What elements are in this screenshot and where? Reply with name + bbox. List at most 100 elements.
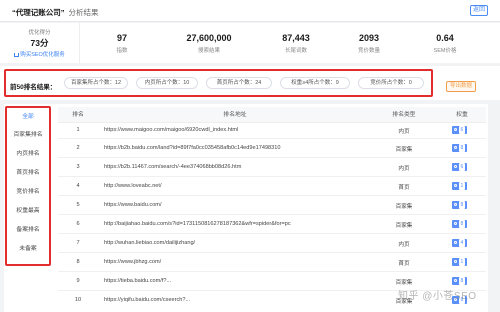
- type-cell: 内页: [398, 129, 410, 135]
- row-divider: [58, 176, 486, 177]
- rank-cell: 5: [76, 202, 80, 208]
- filter-homepage[interactable]: 首页排名: [7, 164, 49, 182]
- company-name: “代理记账公司”: [12, 8, 65, 17]
- pill-weight-count[interactable]: 权重≥4所占个数：9: [280, 77, 350, 89]
- stats-bar: 优化得分 73分 购买SEO优化服务 97 指数 27,600,000 搜索结果…: [0, 23, 500, 63]
- row-divider: [58, 252, 486, 253]
- weight-value: 8: [459, 201, 465, 209]
- type-cell: 首页: [398, 261, 410, 267]
- rank-cell: 4: [76, 183, 80, 189]
- weight-icon: [454, 241, 457, 245]
- weight-badge: 8: [452, 144, 467, 152]
- row-divider: [58, 138, 486, 139]
- row-divider: [58, 195, 486, 196]
- page-title: “代理记账公司” 分析结果: [12, 7, 99, 18]
- url-cell[interactable]: https://b2b.baidu.com/land?id=89f7fa0cc0…: [104, 145, 370, 151]
- weight-icon: [454, 184, 457, 188]
- rank-cell: 9: [76, 278, 80, 284]
- type-cell: 内页: [398, 242, 410, 248]
- stat-caption: 竞价数量: [357, 48, 380, 54]
- weight-badge: 6: [452, 163, 467, 171]
- row-divider: [58, 157, 486, 158]
- pill-inner-page-count[interactable]: 内页所占个数：10: [136, 77, 198, 89]
- weight-value: 6: [459, 163, 465, 171]
- url-cell[interactable]: https://www.baidu.com/: [104, 202, 370, 208]
- weight-badge: 6: [452, 126, 467, 134]
- filter-inner-page[interactable]: 内页排名: [7, 145, 49, 163]
- buy-seo-link-label: 购买SEO优化服务: [20, 52, 65, 58]
- stat-value: 27,600,000: [186, 33, 232, 43]
- rank-cell: 2: [76, 145, 80, 151]
- filter-all[interactable]: 全部: [7, 108, 49, 126]
- pill-baijiaji-count[interactable]: 百家集所占个数：12: [64, 77, 128, 89]
- url-cell[interactable]: https://www.maigoo.com/maigoo/6920cwdl_i…: [104, 127, 370, 133]
- export-data-button[interactable]: 导出数据: [446, 81, 476, 92]
- pill-bid-count[interactable]: 竞价所占个数：0: [358, 77, 424, 89]
- rank-cell: 6: [76, 221, 80, 227]
- weight-value: 8: [459, 220, 465, 228]
- url-cell[interactable]: http://www.loveabc.net/: [104, 183, 370, 189]
- stat-value: 87,443: [282, 33, 310, 43]
- stat-search-results: 27,600,000 搜索结果: [166, 23, 252, 63]
- weight-badge: 8: [452, 220, 467, 228]
- type-cell: 百家集: [395, 147, 413, 153]
- type-cell: 百家集: [395, 223, 413, 229]
- weight-icon: [454, 222, 457, 226]
- type-cell: 百家集: [395, 280, 413, 286]
- col-rank-header: 排名: [72, 112, 84, 118]
- type-cell: 百家集: [395, 204, 413, 210]
- filter-highest-weight[interactable]: 权重最高: [7, 202, 49, 220]
- rank-cell: 3: [76, 164, 80, 170]
- url-cell[interactable]: http://baijiahao.baidu.com/s?id=17311508…: [104, 221, 370, 227]
- weight-badge: 1: [452, 258, 467, 266]
- stat-caption: 长尾词数: [284, 48, 307, 54]
- weight-icon: [454, 165, 457, 169]
- weight-icon: [454, 146, 457, 150]
- weight-value: 8: [459, 277, 465, 285]
- stat-index: 97 指数: [88, 23, 156, 63]
- weight-value: 4: [459, 239, 465, 247]
- rank-cell: 10: [74, 297, 82, 303]
- filter-baijiaji[interactable]: 百家集排名: [7, 126, 49, 144]
- stat-sem-price: 0.64 SEM价格: [412, 23, 478, 63]
- rank-cell: 1: [76, 127, 80, 133]
- url-cell[interactable]: http://wuhan.liebiao.com/dailijizhang/: [104, 240, 370, 246]
- url-cell[interactable]: https://www.jbhzg.com/: [104, 259, 370, 265]
- col-weight-header: 权重: [456, 112, 468, 118]
- watermark: 知乎 @小苍SEO: [398, 291, 477, 302]
- top-header: “代理记账公司” 分析结果 返回: [0, 0, 500, 22]
- score-panel: 优化得分 73分 购买SEO优化服务: [0, 23, 80, 63]
- weight-icon: [454, 203, 457, 207]
- url-cell[interactable]: https://yiqifu.baidu.com/cseerch?...: [104, 297, 370, 303]
- stat-caption: 搜索结果: [197, 48, 220, 54]
- url-cell[interactable]: https://b2b.11467.com/search/-4ee374068b…: [104, 164, 370, 170]
- url-cell[interactable]: https://tieba.baidu.com/f?...: [104, 278, 370, 284]
- weight-value: 1: [459, 182, 465, 190]
- row-divider: [58, 214, 486, 215]
- filter-registered[interactable]: 备案排名: [7, 221, 49, 239]
- stat-value: 2093: [358, 33, 380, 43]
- weight-icon: [454, 260, 457, 264]
- row-divider: [58, 271, 486, 272]
- stat-caption: 指数: [116, 48, 128, 54]
- stat-caption: SEM价格: [433, 48, 457, 54]
- summary-panel: 前50排名结果： 百家集所占个数：12 内页所占个数：10 首页所占个数：24 …: [0, 66, 500, 100]
- score-label: 优化得分: [28, 30, 51, 36]
- type-cell: 内页: [398, 166, 410, 172]
- row-divider: [58, 233, 486, 234]
- weight-icon: [454, 128, 457, 132]
- buy-seo-link[interactable]: 购买SEO优化服务: [0, 50, 79, 58]
- stat-value: 97: [116, 33, 127, 43]
- return-button[interactable]: 返回: [470, 5, 488, 16]
- pill-homepage-count[interactable]: 首页所占个数：24: [206, 77, 272, 89]
- cart-icon: [14, 52, 20, 57]
- weight-badge: 4: [452, 239, 467, 247]
- rank-cell: 8: [76, 259, 80, 265]
- page-subtitle: 分析结果: [68, 8, 99, 17]
- weight-badge: 8: [452, 201, 467, 209]
- filter-bid[interactable]: 竞价排名: [7, 183, 49, 201]
- stat-bid-count: 2093 竞价数量: [336, 23, 402, 63]
- weight-value: 6: [459, 126, 465, 134]
- filter-unregistered[interactable]: 未备案: [7, 240, 49, 258]
- weight-badge: 8: [452, 277, 467, 285]
